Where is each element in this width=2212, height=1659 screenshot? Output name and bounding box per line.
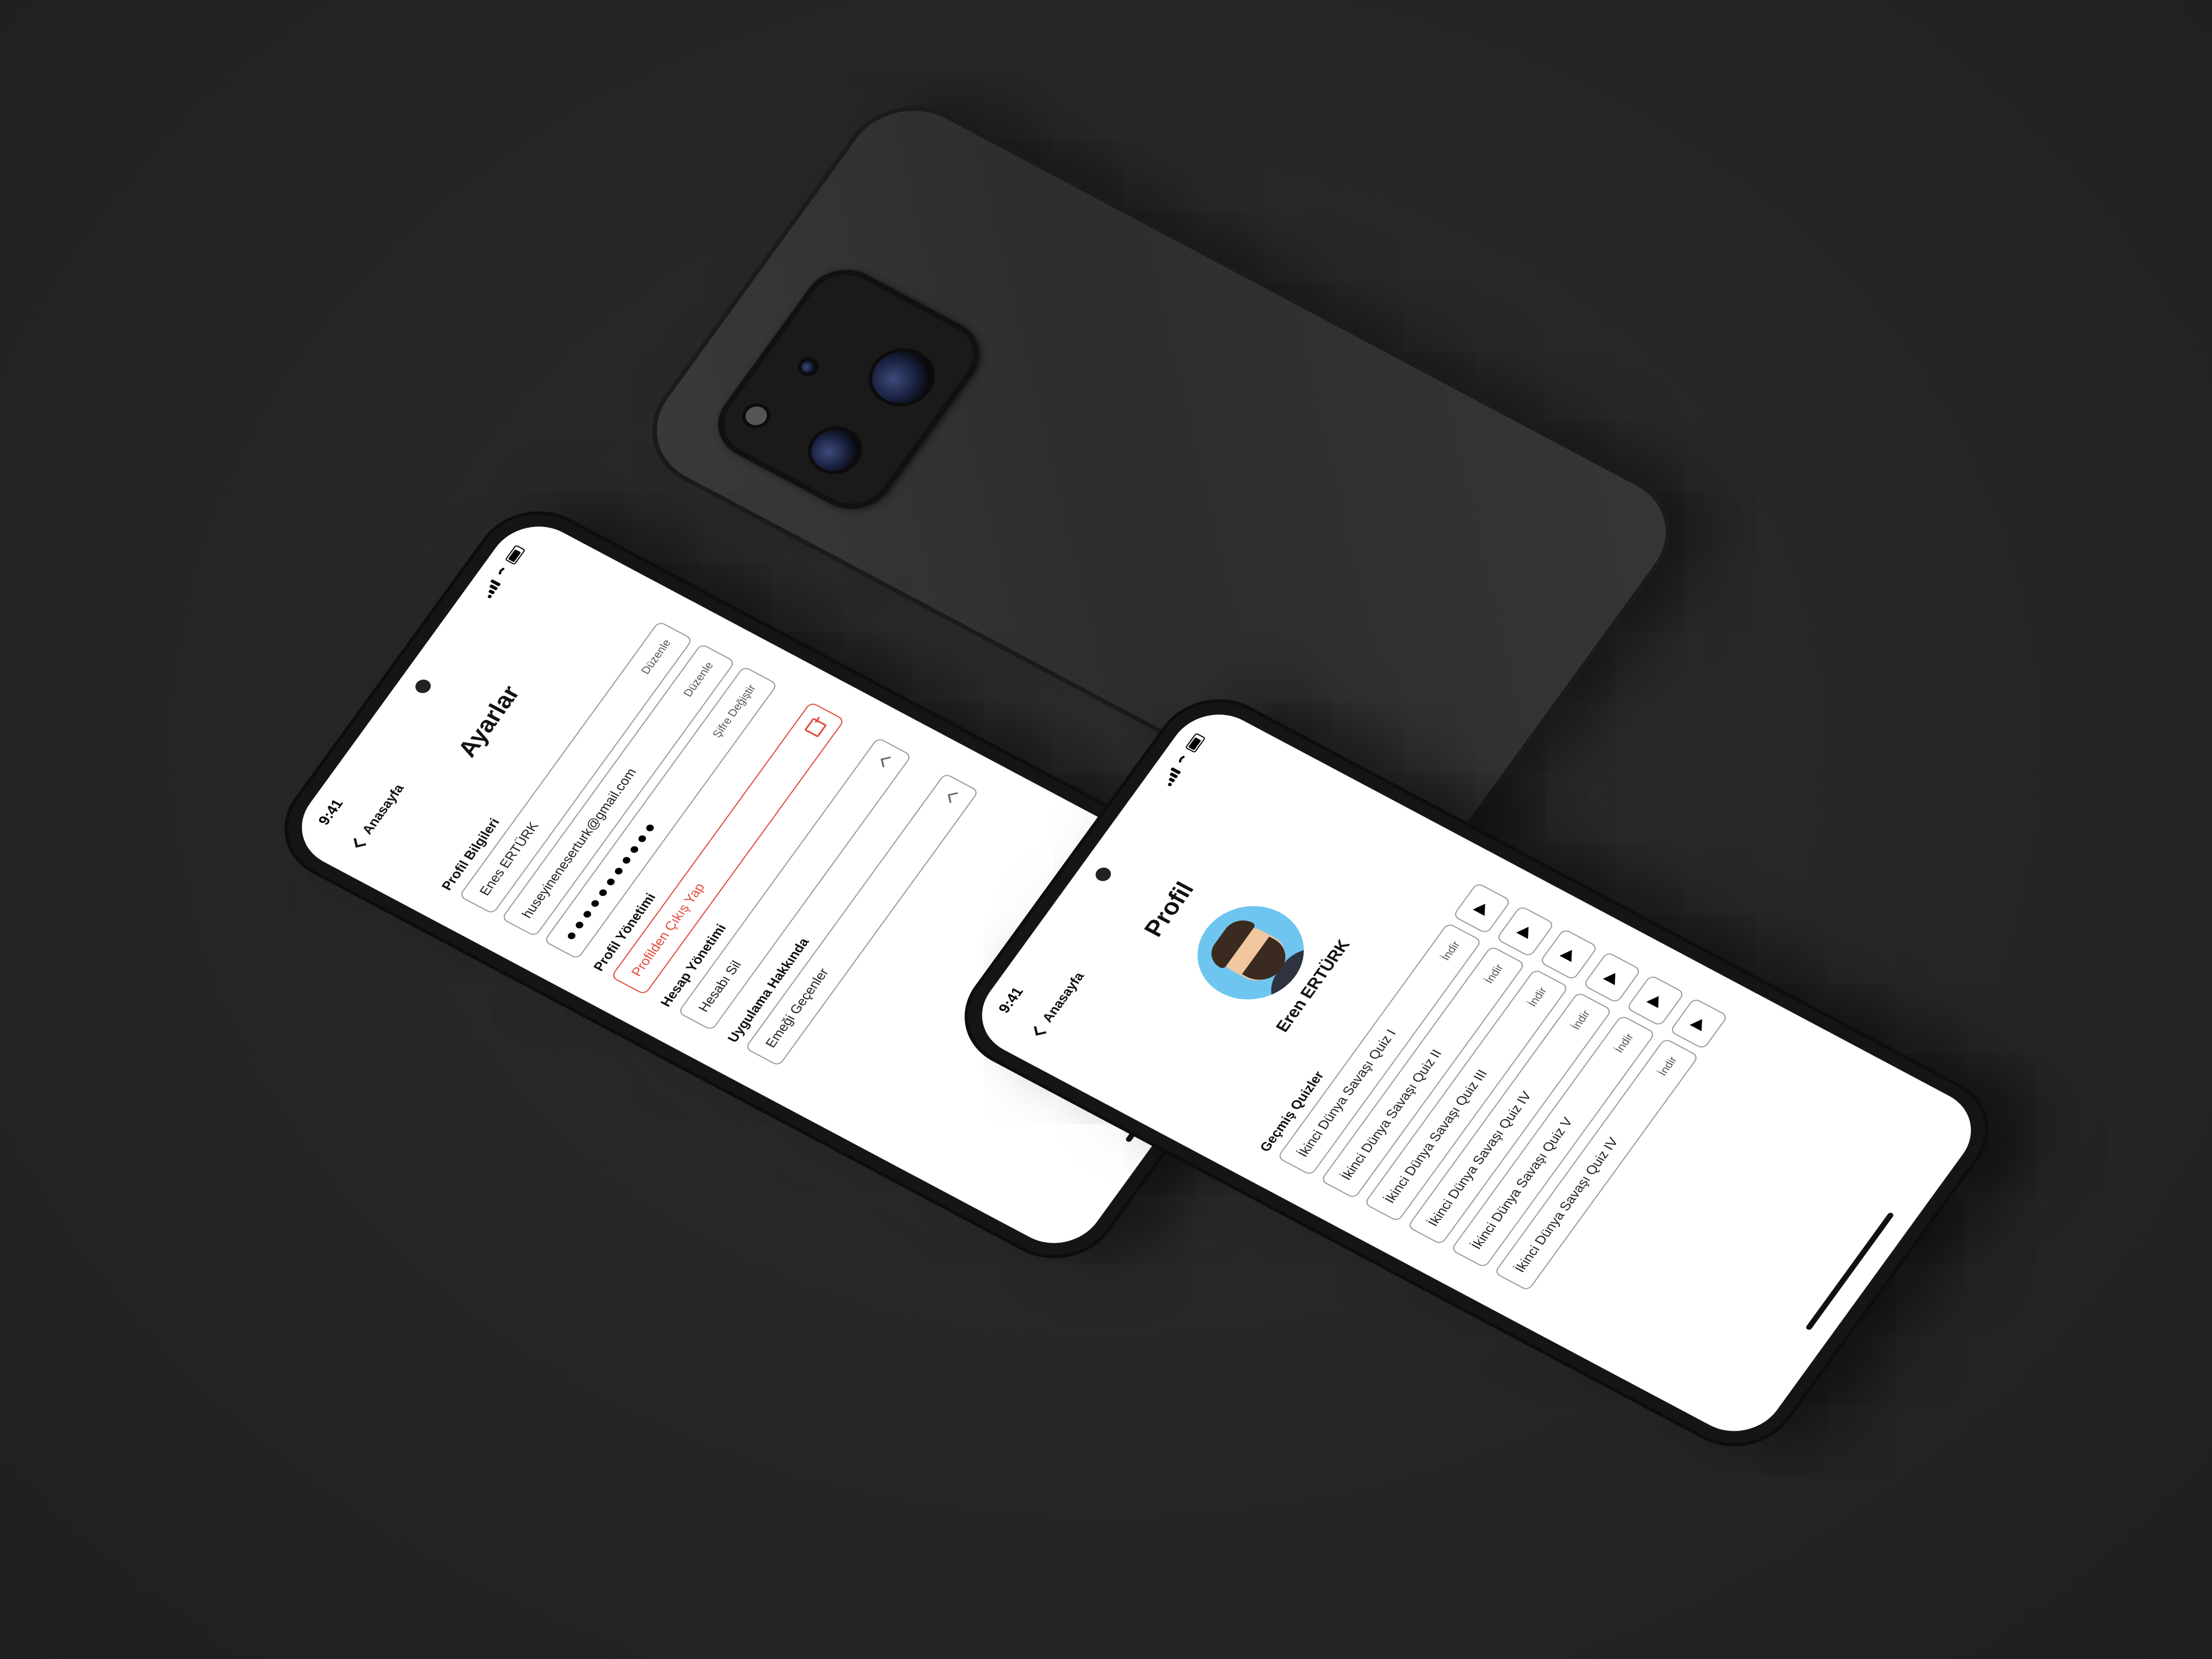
status-time: 9:41 (994, 984, 1027, 1016)
chevron-up-icon (947, 792, 959, 803)
battery-icon (504, 544, 526, 565)
change-password-button[interactable]: Şifre Değiştir (710, 682, 759, 740)
profile-screen: 9:41 Anasayfa Profil Eren ERTÜRK Geçmiş … (963, 698, 1990, 1447)
wifi-icon (1176, 753, 1192, 768)
sensor-icon (799, 358, 818, 375)
chevron-left-icon (1034, 1024, 1047, 1036)
past-quizzes: Geçmiş Quizler İkinci Dünya Savaşı Quiz … (1244, 865, 1738, 1296)
download-button[interactable]: İndir (1613, 1031, 1636, 1055)
play-icon (1689, 1016, 1708, 1031)
edit-name-button[interactable]: Düzenle (639, 638, 674, 676)
play-icon (1516, 924, 1535, 939)
signal-icon (481, 579, 501, 599)
wifi-icon (496, 565, 512, 580)
battery-icon (1185, 732, 1206, 753)
play-icon (1646, 993, 1665, 1009)
mockup-scene: 9:41 Anasayfa Ayarlar Profil Bilgileri E… (0, 0, 2212, 1659)
flash-icon (741, 403, 771, 429)
play-button[interactable] (1582, 951, 1642, 1004)
play-icon (1473, 900, 1491, 916)
chevron-up-icon (880, 756, 893, 768)
signal-icon (1161, 767, 1181, 787)
play-button[interactable] (1669, 997, 1729, 1050)
download-button[interactable]: İndir (1569, 1009, 1593, 1032)
download-button[interactable]: İndir (1656, 1055, 1679, 1078)
camera-lens-icon (802, 421, 868, 479)
chevron-left-icon (353, 836, 367, 848)
status-icons (481, 544, 526, 599)
download-button[interactable]: İndir (1439, 939, 1463, 962)
home-indicator[interactable] (1805, 1212, 1895, 1331)
status-time: 9:41 (314, 796, 347, 828)
play-button[interactable] (1539, 928, 1599, 981)
delete-account-option[interactable]: Hesabı Sil (696, 958, 745, 1015)
play-icon (1559, 947, 1578, 962)
download-button[interactable]: İndir (1526, 985, 1550, 1009)
edit-email-button[interactable]: Düzenle (681, 660, 717, 699)
status-icons (1161, 732, 1206, 787)
download-button[interactable]: İndir (1482, 962, 1506, 985)
camera-module (702, 256, 995, 522)
logout-icon (804, 717, 827, 738)
camera-lens-icon (860, 342, 943, 413)
play-icon (1603, 969, 1621, 985)
play-button[interactable] (1626, 974, 1686, 1027)
play-button[interactable] (1495, 905, 1555, 958)
